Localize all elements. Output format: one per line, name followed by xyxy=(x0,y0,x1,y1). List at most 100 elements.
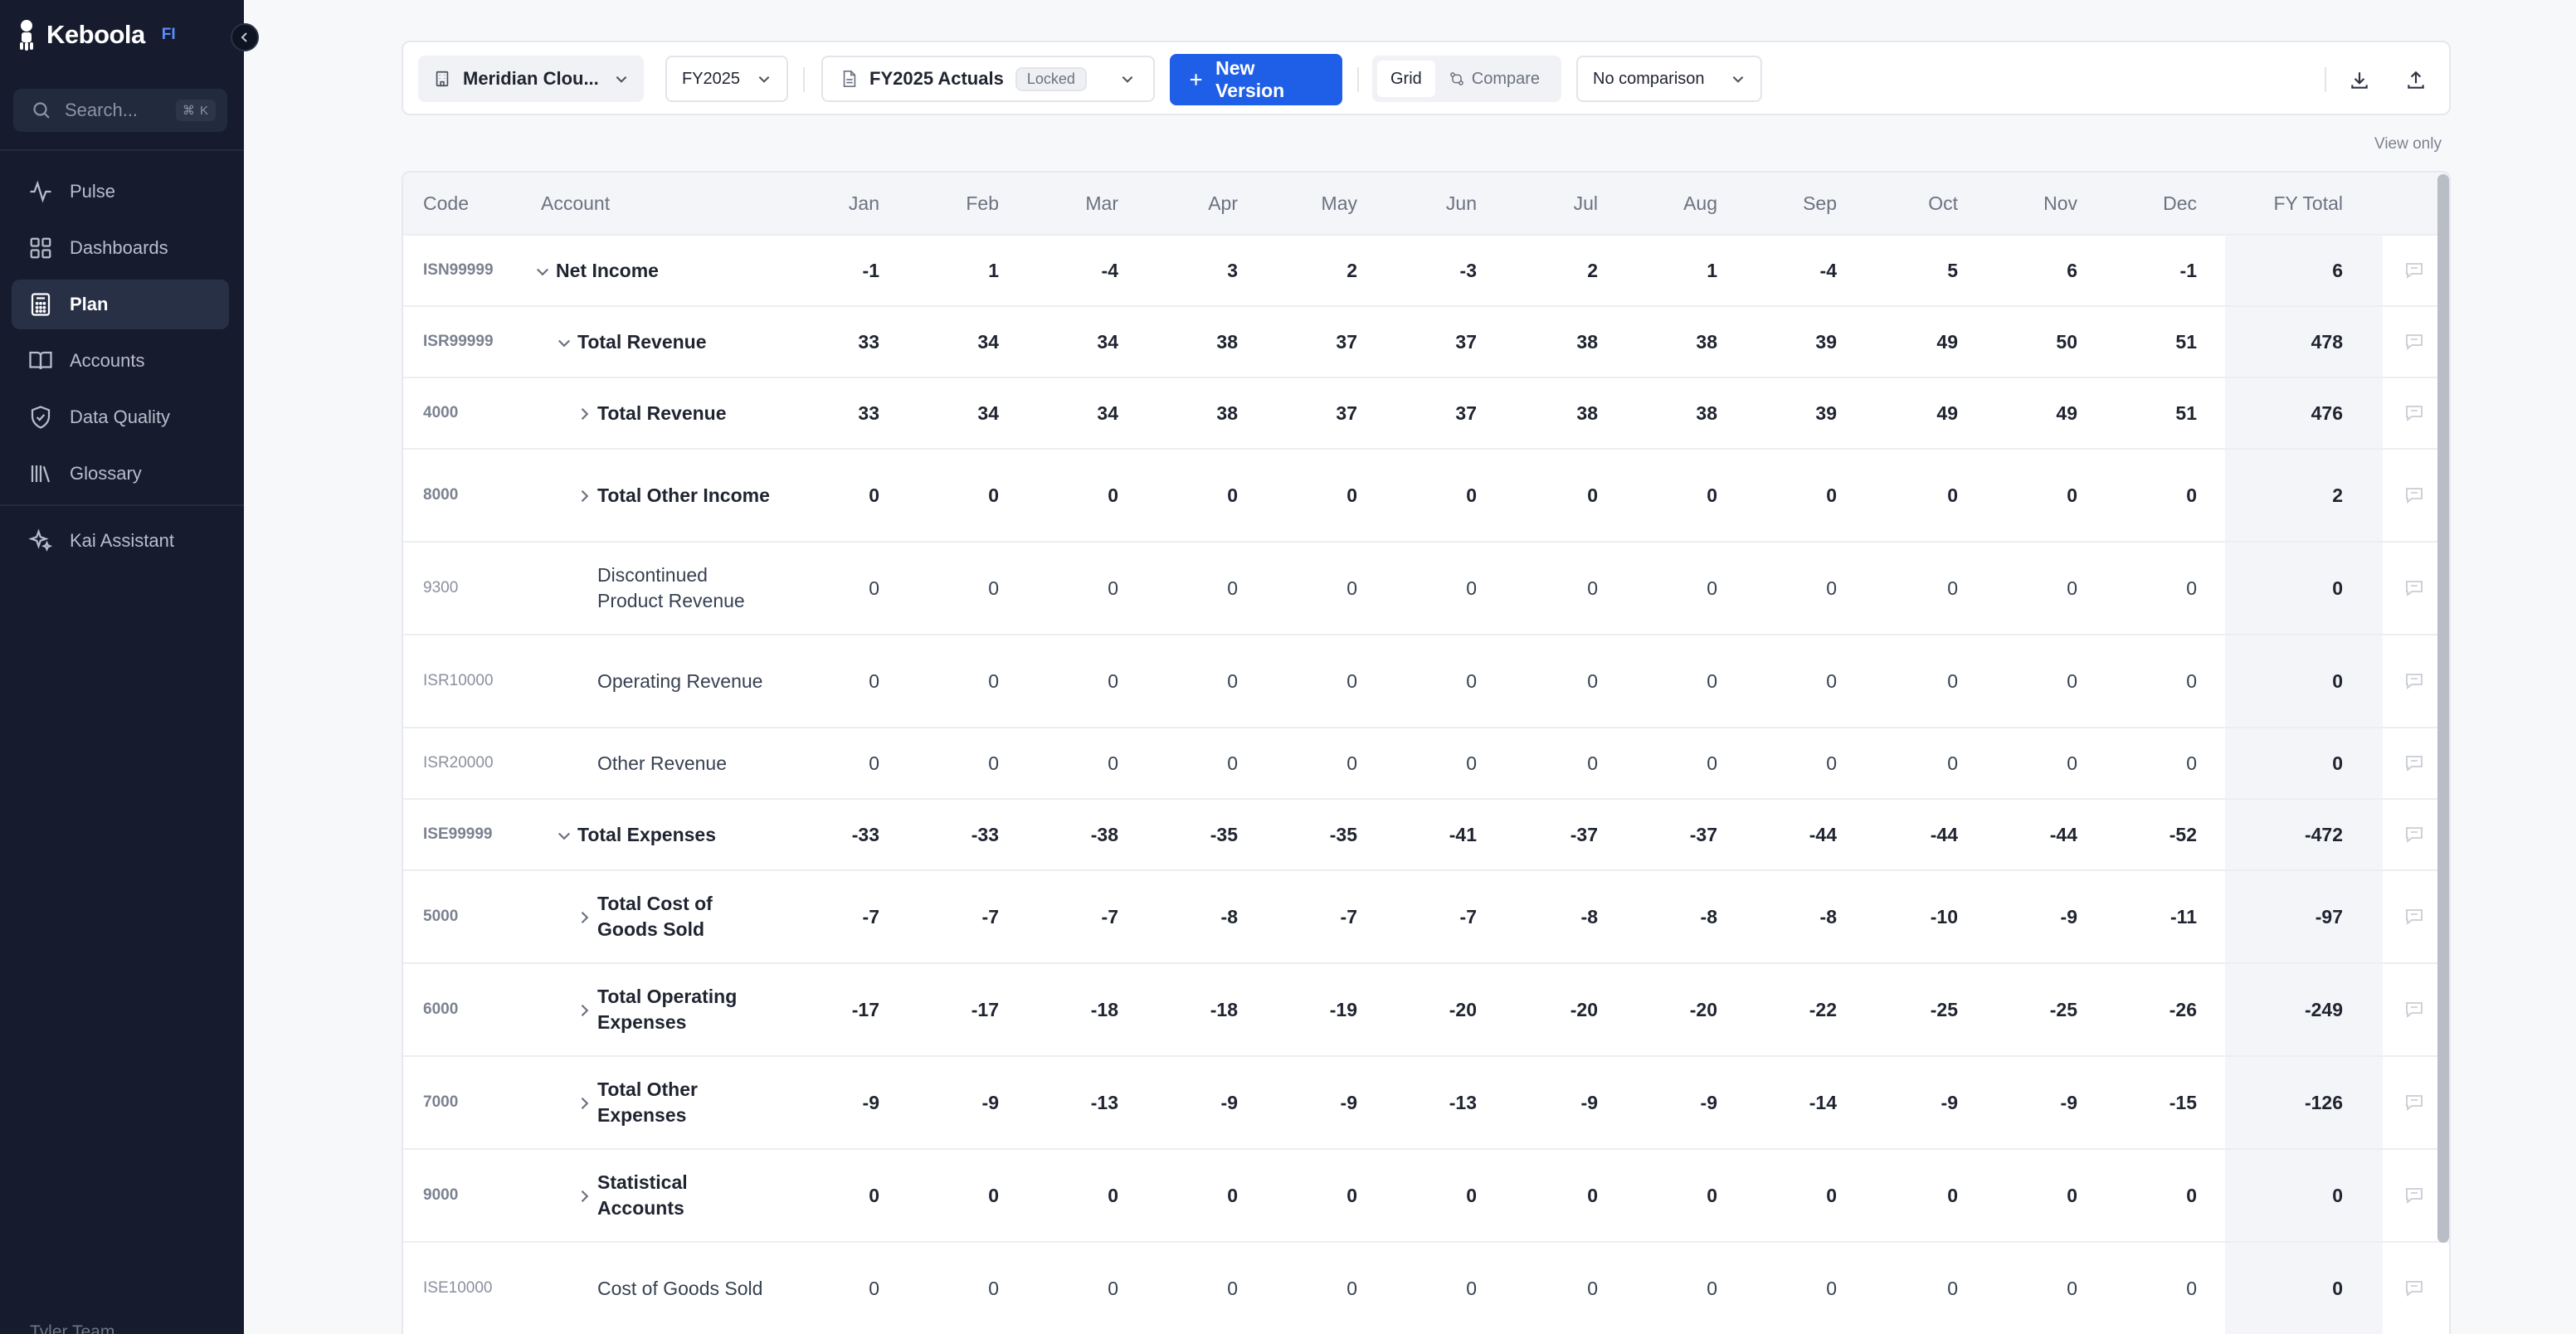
brand[interactable]: Keboola FI xyxy=(15,18,176,51)
comment-icon[interactable] xyxy=(2404,1000,2424,1019)
version-select[interactable]: FY2025 Actuals Locked xyxy=(821,56,1155,102)
value-cell-oct[interactable]: 5 xyxy=(1858,236,1958,305)
value-cell-feb[interactable]: -33 xyxy=(899,800,999,869)
value-cell-nov[interactable]: 6 xyxy=(1978,236,2077,305)
column-header-may[interactable]: May xyxy=(1258,173,1357,234)
value-cell-sep[interactable]: -44 xyxy=(1737,800,1837,869)
value-cell-nov[interactable]: -9 xyxy=(1978,1057,2077,1148)
value-cell-jul[interactable]: 0 xyxy=(1498,728,1598,798)
table-row[interactable]: ISE10000 Cost of Goods Sold 0 0 0 0 0 0 0 0 0 0 0 0 0 xyxy=(403,1243,2449,1334)
new-version-button[interactable]: New Version xyxy=(1170,54,1342,105)
value-cell-may[interactable]: -19 xyxy=(1258,964,1357,1055)
value-cell-apr[interactable]: 0 xyxy=(1138,450,1238,541)
value-cell-aug[interactable]: 38 xyxy=(1618,378,1717,448)
column-header-aug[interactable]: Aug xyxy=(1618,173,1717,234)
comment-icon[interactable] xyxy=(2404,1093,2424,1112)
value-cell-dec[interactable]: 51 xyxy=(2097,378,2197,448)
comment-icon[interactable] xyxy=(2404,754,2424,772)
sidebar-item-accounts[interactable]: Accounts xyxy=(12,336,229,386)
value-cell-mar[interactable]: 0 xyxy=(1019,543,1118,634)
value-cell-aug[interactable]: -8 xyxy=(1618,871,1717,962)
value-cell-dec[interactable]: -52 xyxy=(2097,800,2197,869)
value-cell-jul[interactable]: -9 xyxy=(1498,1057,1598,1148)
value-cell-oct[interactable]: -25 xyxy=(1858,964,1958,1055)
value-cell-mar[interactable]: 0 xyxy=(1019,1150,1118,1241)
value-cell-jan[interactable]: 0 xyxy=(780,728,879,798)
company-select[interactable]: Meridian Clou... xyxy=(418,56,644,102)
value-cell-oct[interactable]: 49 xyxy=(1858,378,1958,448)
value-cell-sep[interactable]: -14 xyxy=(1737,1057,1837,1148)
value-cell-oct[interactable]: 0 xyxy=(1858,1150,1958,1241)
chevron-down-icon[interactable] xyxy=(534,263,551,280)
value-cell-feb[interactable]: -9 xyxy=(899,1057,999,1148)
value-cell-mar[interactable]: 34 xyxy=(1019,378,1118,448)
value-cell-jan[interactable]: 33 xyxy=(780,378,879,448)
value-cell-dec[interactable]: -1 xyxy=(2097,236,2197,305)
value-cell-jul[interactable]: 38 xyxy=(1498,307,1598,377)
value-cell-oct[interactable]: -10 xyxy=(1858,871,1958,962)
value-cell-aug[interactable]: -37 xyxy=(1618,800,1717,869)
value-cell-may[interactable]: 0 xyxy=(1258,1243,1357,1334)
value-cell-feb[interactable]: -17 xyxy=(899,964,999,1055)
value-cell-dec[interactable]: 0 xyxy=(2097,635,2197,727)
value-cell-feb[interactable]: 0 xyxy=(899,543,999,634)
value-cell-mar[interactable]: 0 xyxy=(1019,728,1118,798)
value-cell-jun[interactable]: 0 xyxy=(1377,543,1477,634)
value-cell-may[interactable]: 2 xyxy=(1258,236,1357,305)
table-row[interactable]: ISR20000 Other Revenue 0 0 0 0 0 0 0 0 0 0 0 0 0 xyxy=(403,728,2449,800)
value-cell-jul[interactable]: 38 xyxy=(1498,378,1598,448)
value-cell-jun[interactable]: -3 xyxy=(1377,236,1477,305)
value-cell-nov[interactable]: -25 xyxy=(1978,964,2077,1055)
chevron-down-icon[interactable] xyxy=(556,334,572,351)
value-cell-jan[interactable]: 0 xyxy=(780,543,879,634)
chevron-right-icon[interactable] xyxy=(576,406,592,422)
column-header-mar[interactable]: Mar xyxy=(1019,173,1118,234)
value-cell-dec[interactable]: 0 xyxy=(2097,1150,2197,1241)
value-cell-apr[interactable]: 0 xyxy=(1138,1243,1238,1334)
value-cell-sep[interactable]: 0 xyxy=(1737,1243,1837,1334)
value-cell-may[interactable]: 37 xyxy=(1258,378,1357,448)
value-cell-jan[interactable]: -33 xyxy=(780,800,879,869)
value-cell-jan[interactable]: 0 xyxy=(780,1243,879,1334)
value-cell-jul[interactable]: 0 xyxy=(1498,450,1598,541)
value-cell-jul[interactable]: 2 xyxy=(1498,236,1598,305)
value-cell-mar[interactable]: -7 xyxy=(1019,871,1118,962)
value-cell-feb[interactable]: 0 xyxy=(899,1150,999,1241)
value-cell-dec[interactable]: 0 xyxy=(2097,728,2197,798)
value-cell-oct[interactable]: -44 xyxy=(1858,800,1958,869)
value-cell-mar[interactable]: -18 xyxy=(1019,964,1118,1055)
value-cell-feb[interactable]: 0 xyxy=(899,635,999,727)
value-cell-jan[interactable]: -9 xyxy=(780,1057,879,1148)
value-cell-nov[interactable]: 0 xyxy=(1978,635,2077,727)
value-cell-sep[interactable]: 0 xyxy=(1737,450,1837,541)
value-cell-nov[interactable]: -44 xyxy=(1978,800,2077,869)
value-cell-aug[interactable]: 0 xyxy=(1618,1150,1717,1241)
sidebar-item-glossary[interactable]: Glossary xyxy=(12,449,229,499)
table-row[interactable]: 4000 Total Revenue 33 34 34 38 37 37 38 38 39 49 49 5… xyxy=(403,378,2449,450)
value-cell-may[interactable]: -9 xyxy=(1258,1057,1357,1148)
chevron-right-icon[interactable] xyxy=(576,1095,592,1112)
value-cell-jan[interactable]: -1 xyxy=(780,236,879,305)
vertical-scrollbar[interactable] xyxy=(2437,174,2449,1243)
column-header-oct[interactable]: Oct xyxy=(1858,173,1958,234)
comment-icon[interactable] xyxy=(2404,261,2424,280)
column-header-dec[interactable]: Dec xyxy=(2097,173,2197,234)
value-cell-sep[interactable]: 39 xyxy=(1737,378,1837,448)
value-cell-jul[interactable]: -37 xyxy=(1498,800,1598,869)
view-grid-tab[interactable]: Grid xyxy=(1377,61,1435,97)
comment-icon[interactable] xyxy=(2404,404,2424,422)
value-cell-oct[interactable]: 0 xyxy=(1858,635,1958,727)
value-cell-apr[interactable]: 0 xyxy=(1138,728,1238,798)
value-cell-jan[interactable]: -7 xyxy=(780,871,879,962)
value-cell-dec[interactable]: 0 xyxy=(2097,543,2197,634)
value-cell-oct[interactable]: 0 xyxy=(1858,1243,1958,1334)
column-header-feb[interactable]: Feb xyxy=(899,173,999,234)
table-row[interactable]: ISE99999 Total Expenses -33 -33 -38 -35 -35 -41… xyxy=(403,800,2449,871)
value-cell-nov[interactable]: 0 xyxy=(1978,543,2077,634)
value-cell-jan[interactable]: 33 xyxy=(780,307,879,377)
value-cell-sep[interactable]: 0 xyxy=(1737,728,1837,798)
value-cell-may[interactable]: 0 xyxy=(1258,1150,1357,1241)
column-header-jan[interactable]: Jan xyxy=(780,173,879,234)
column-header-code[interactable]: Code xyxy=(423,173,469,234)
value-cell-jun[interactable]: 37 xyxy=(1377,307,1477,377)
